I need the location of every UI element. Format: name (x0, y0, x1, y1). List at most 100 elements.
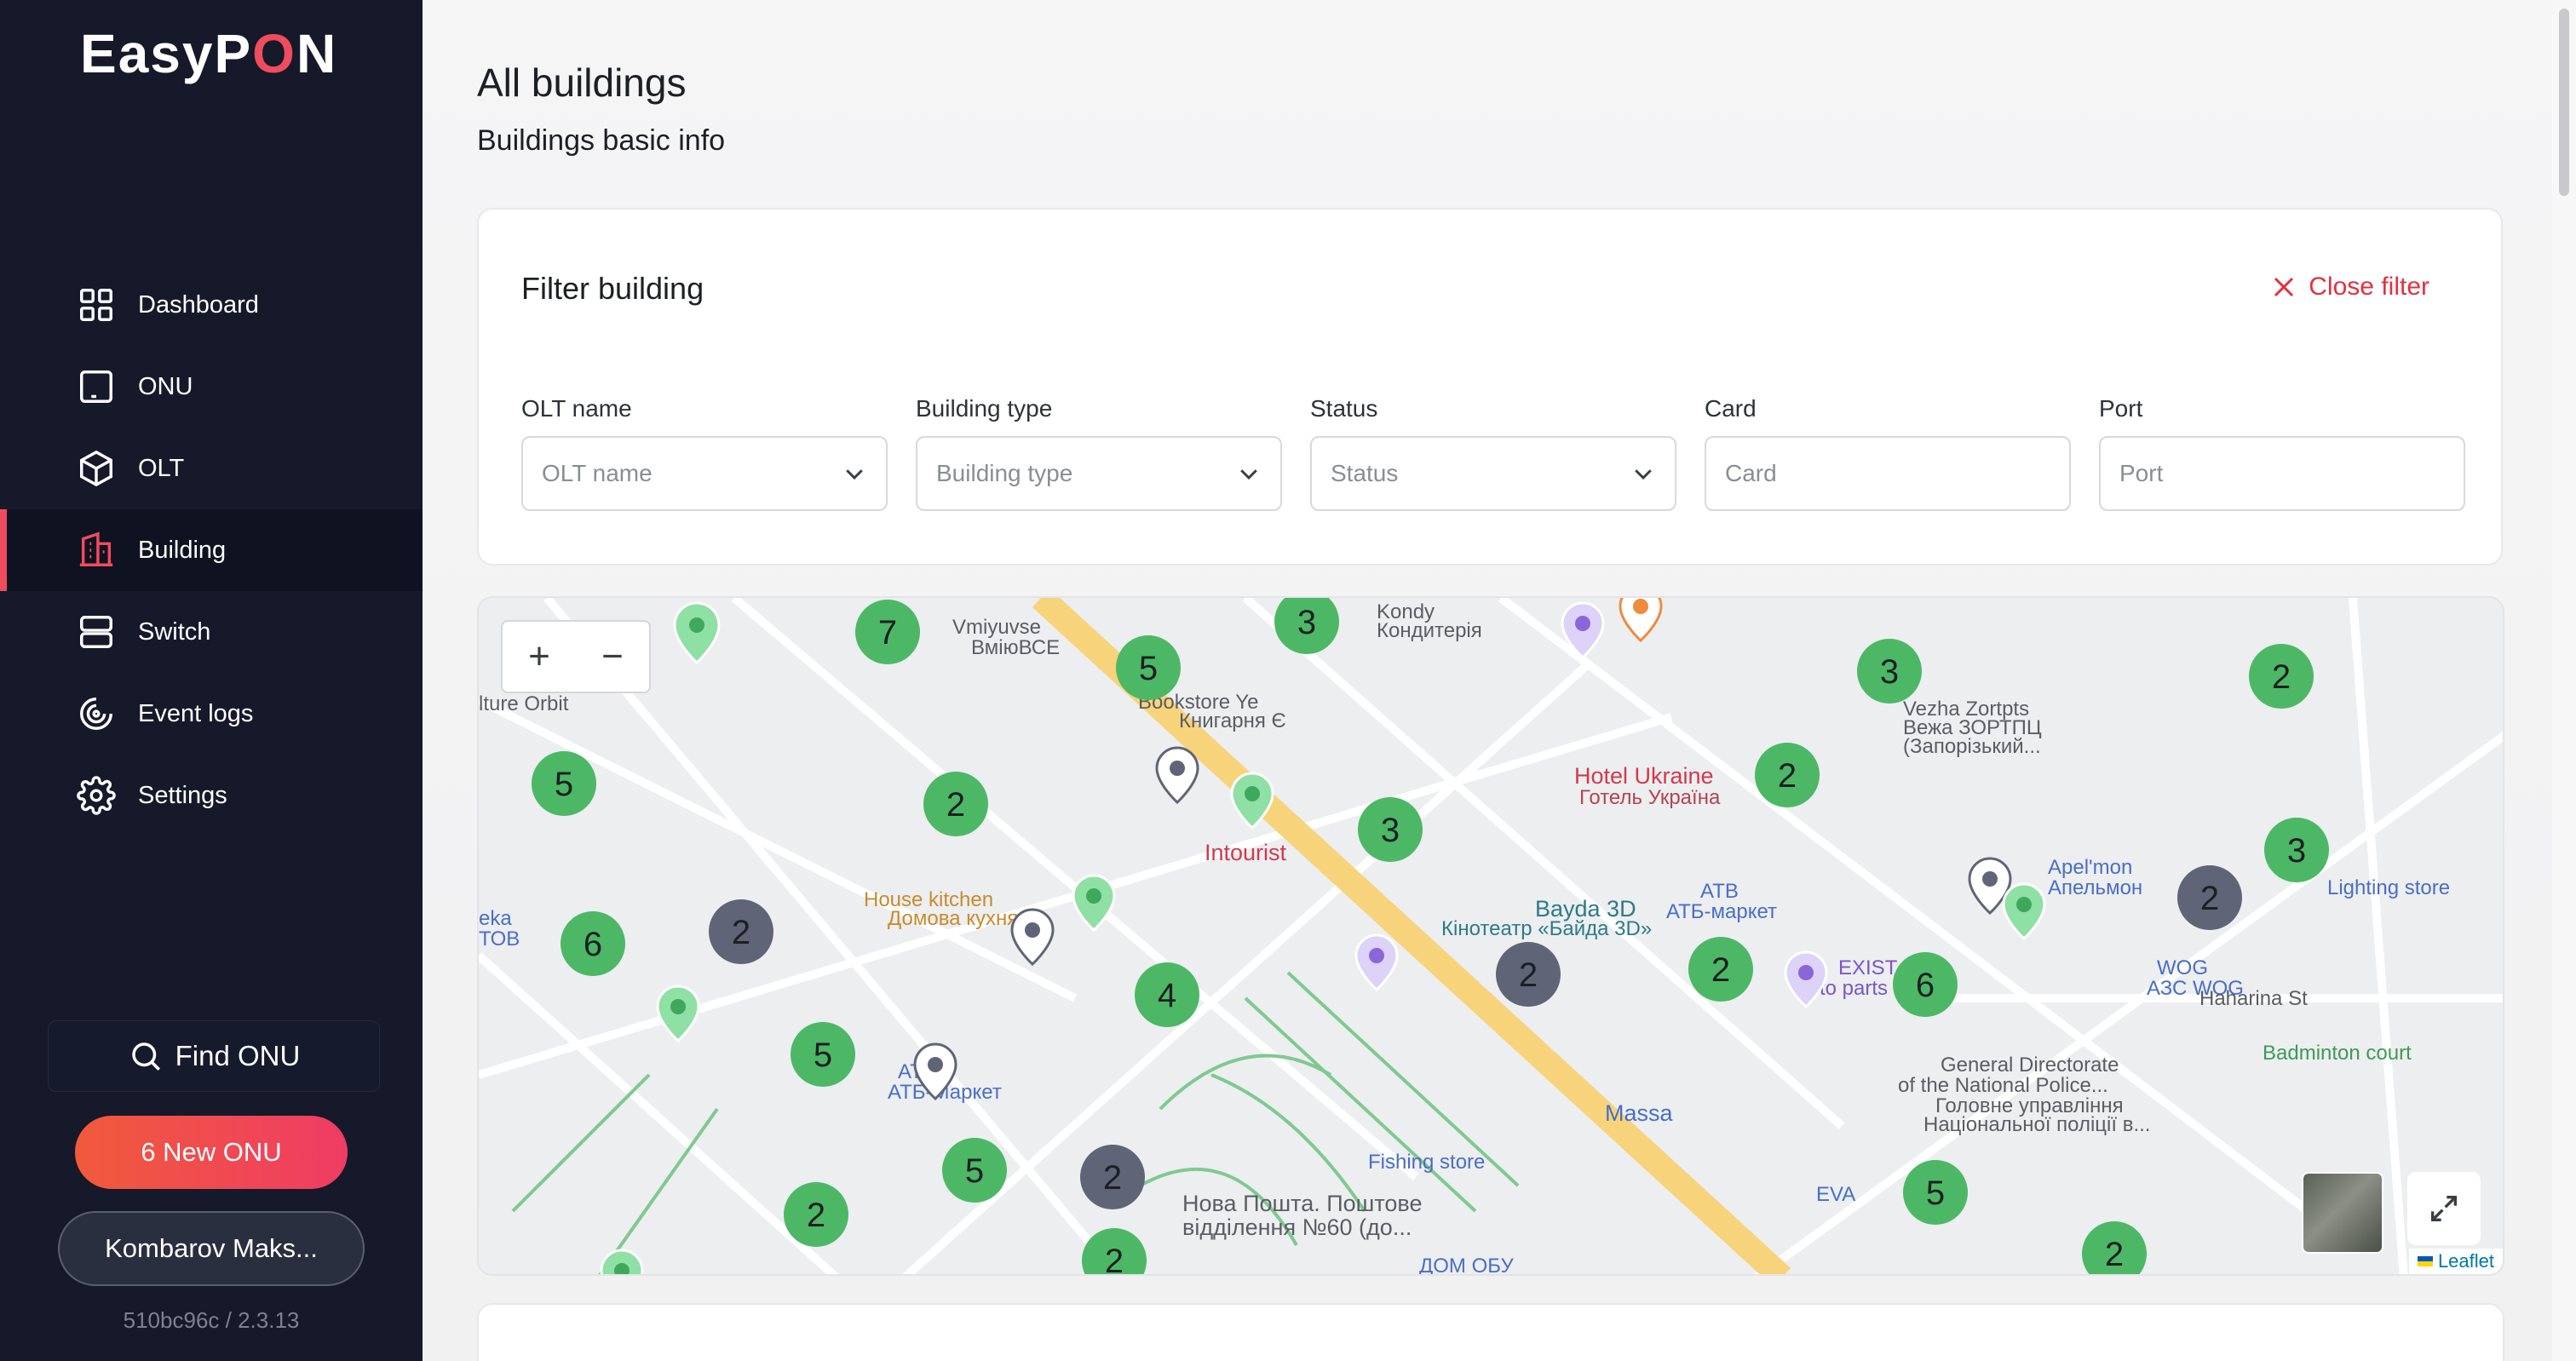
map-label: EXIST (1838, 956, 1898, 979)
field-label: Building type (916, 395, 1053, 422)
svg-text:6: 6 (1916, 967, 1935, 1004)
fullscreen-button[interactable] (2407, 1172, 2481, 1245)
sidebar-item-label: Switch (138, 617, 211, 646)
svg-text:2: 2 (2200, 880, 2219, 917)
cluster-marker[interactable]: 2 (1080, 1145, 1145, 1209)
cluster-marker[interactable]: 7 (855, 600, 920, 664)
cluster-marker[interactable]: 2 (709, 899, 773, 964)
scrollbar-thumb[interactable] (2559, 9, 2569, 196)
input-placeholder: Card (1725, 460, 1777, 486)
chevron-down-icon (846, 469, 863, 480)
status-select[interactable]: Status (1310, 436, 1676, 511)
cluster-marker[interactable]: 5 (532, 751, 596, 816)
map-label: відділення №60 (до... (1182, 1215, 1412, 1240)
svg-text:2: 2 (1778, 757, 1797, 795)
svg-text:2: 2 (2272, 658, 2291, 696)
sidebar-item-label: ONU (138, 372, 193, 400)
map-label: Готель Україна (1579, 786, 1721, 809)
cluster-marker[interactable]: 2 (1755, 743, 1820, 807)
map-label: Кондитерія (1377, 619, 1482, 642)
onu-icon (77, 367, 116, 406)
map-label: Нова Пошта. Поштове (1182, 1191, 1422, 1216)
sidebar-item-building[interactable]: Building (0, 509, 423, 591)
close-filter-button[interactable]: Close filter (2271, 273, 2429, 301)
map-label: Hotel Ukraine (1574, 763, 1714, 789)
sidebar-item-switch[interactable]: Switch (0, 591, 423, 673)
cluster-marker[interactable]: 6 (561, 911, 625, 976)
map-label: Lighting store (2327, 876, 2450, 899)
map-label: ВміюВСЕ (971, 636, 1060, 659)
cluster-marker[interactable]: 2 (2177, 865, 2242, 930)
sidebar-item-event-logs[interactable]: Event logs (0, 673, 423, 755)
map-label: Книгарня Є (1179, 709, 1286, 732)
cluster-marker[interactable]: 2 (784, 1182, 848, 1247)
find-onu-label: Find ONU (175, 1040, 301, 1071)
zoom-out-button[interactable]: − (576, 622, 649, 692)
cluster-marker[interactable]: 2 (2249, 644, 2314, 709)
svg-text:2: 2 (1103, 1159, 1122, 1197)
field-label: Port (2099, 395, 2143, 422)
sidebar-item-onu[interactable]: ONU (0, 346, 423, 428)
svg-text:2: 2 (1711, 951, 1730, 989)
svg-text:4: 4 (1158, 977, 1176, 1014)
map-label: АТБ-маркет (1666, 900, 1777, 923)
olt-name-select[interactable]: OLT name (521, 436, 888, 511)
map-label: to parts (1820, 977, 1888, 1000)
cluster-marker[interactable]: 6 (1893, 952, 1958, 1017)
map-label: Fishing store (1368, 1151, 1485, 1174)
cluster-marker[interactable]: 5 (791, 1022, 855, 1087)
map-label: General Directorate (1941, 1054, 2119, 1077)
select-placeholder: Building type (936, 460, 1073, 486)
select-placeholder: OLT name (542, 460, 653, 486)
map-attribution[interactable]: Leaflet (2408, 1249, 2503, 1274)
svg-text:2: 2 (1519, 956, 1538, 994)
cluster-marker[interactable]: 3 (1358, 797, 1423, 862)
cluster-marker[interactable]: 3 (1857, 639, 1922, 703)
user-menu-button[interactable]: Kombarov Maks... (58, 1211, 365, 1286)
map-label: Домова кухня (888, 907, 1018, 930)
map-label: Vmiyuvse (952, 616, 1041, 639)
card-input[interactable]: Card (1705, 436, 2071, 511)
map-label: (Запорізький... (1903, 735, 2041, 758)
building-type-filter: Building type Building type (916, 395, 1282, 511)
port-input[interactable]: Port (2099, 436, 2465, 511)
cluster-marker[interactable]: 5 (1116, 635, 1181, 700)
olt-name-filter: OLT name OLT name (521, 395, 888, 511)
new-onu-button[interactable]: 6 New ONU (75, 1116, 348, 1189)
port-filter: Port Port (2099, 395, 2465, 511)
map-label: ATB (1700, 880, 1739, 903)
cluster-marker[interactable]: 4 (1135, 962, 1199, 1027)
cluster-marker[interactable]: 5 (1903, 1160, 1968, 1225)
building-type-select[interactable]: Building type (916, 436, 1282, 511)
cluster-marker[interactable]: 5 (942, 1138, 1007, 1203)
satellite-layer-toggle[interactable] (2302, 1172, 2383, 1254)
sidebar-nav: Dashboard ONU OLT Building Switch Event … (0, 264, 423, 836)
sidebar: EasyPON Dashboard ONU OLT Building Switc… (0, 0, 423, 1361)
sidebar-item-settings[interactable]: Settings (0, 755, 423, 836)
find-onu-button[interactable]: Find ONU (48, 1020, 380, 1092)
svg-text:5: 5 (1139, 650, 1158, 687)
cluster-marker[interactable]: 2 (923, 772, 988, 836)
cluster-marker[interactable]: 3 (2264, 818, 2329, 882)
app-logo[interactable]: EasyPON (80, 22, 337, 85)
main-content: All buildings Buildings basic info Filte… (423, 0, 2576, 1361)
expand-icon (2431, 1196, 2457, 1221)
page-scrollbar[interactable] (2552, 0, 2576, 1361)
filter-title: Filter building (521, 271, 704, 306)
sidebar-item-olt[interactable]: OLT (0, 428, 423, 509)
cube-icon (77, 449, 116, 488)
map-canvas[interactable]: lture Orbit Vmiyuvse ВміюВСЕ Kondy Конди… (479, 598, 2504, 1276)
zoom-in-button[interactable]: + (503, 622, 576, 692)
app-version: 510bc96c / 2.3.13 (123, 1307, 300, 1333)
event-logs-icon (77, 694, 116, 733)
cluster-marker[interactable]: 2 (1496, 942, 1561, 1007)
sidebar-item-label: Building (138, 536, 227, 564)
buildings-map[interactable]: lture Orbit Vmiyuvse ВміюВСЕ Kondy Конди… (477, 596, 2504, 1276)
attribution-link[interactable]: Leaflet (2438, 1250, 2494, 1272)
sidebar-item-dashboard[interactable]: Dashboard (0, 264, 423, 346)
map-label: WOG (2157, 956, 2208, 979)
svg-text:5: 5 (814, 1037, 832, 1074)
cluster-marker[interactable]: 2 (1688, 937, 1753, 1002)
map-label: ДОМ ОБУ (1419, 1255, 1514, 1276)
svg-text:5: 5 (965, 1152, 984, 1190)
